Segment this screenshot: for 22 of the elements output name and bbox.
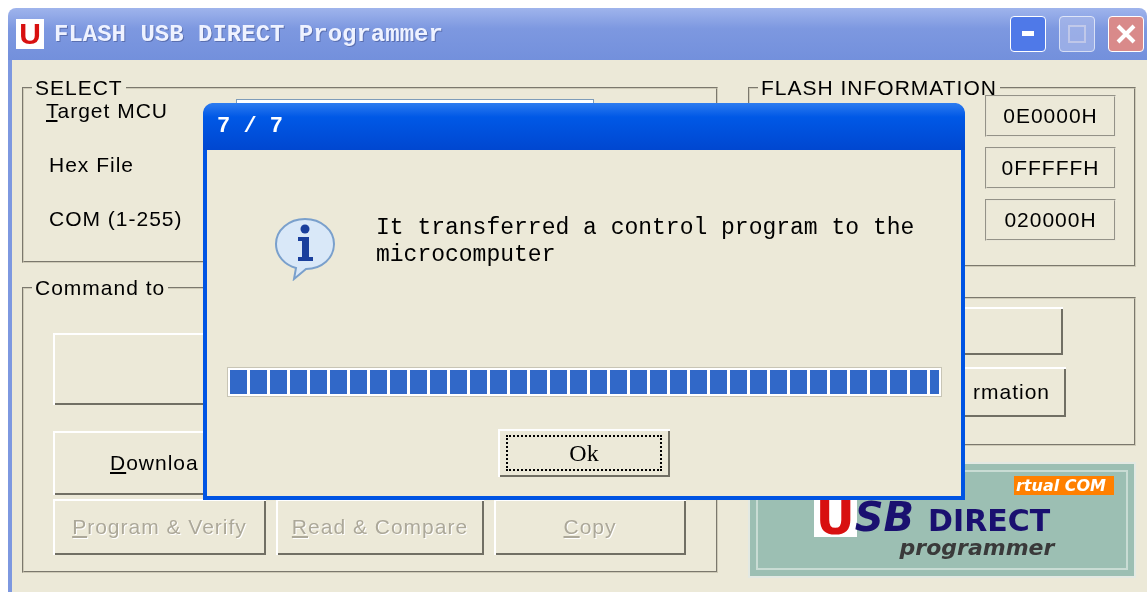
logo-badge: rtual COM [1013,476,1114,495]
group-legend: Command to [32,277,169,299]
close-icon [1115,23,1137,45]
maximize-icon [1068,25,1086,43]
field-label: Hex File [48,153,136,177]
ok-button[interactable]: Ok [498,429,670,477]
info-value: 0E0000H [985,95,1116,137]
app-icon: U [16,19,44,49]
logo-text: DIRECT [928,505,1051,537]
info-icon [272,215,338,281]
field-label: Target MCU [45,99,170,123]
info-value: 020000H [985,199,1116,241]
close-button[interactable] [1108,16,1144,52]
dialog-message: It transferred a control program to the microcomputer [376,215,916,270]
minimize-button[interactable] [1010,16,1046,52]
minimize-icon [1022,31,1034,37]
logo-tagline: programmer [899,537,1055,559]
dialog-title: 7 / 7 [217,114,283,139]
group-legend: SELECT [32,77,126,99]
field-label: COM (1-255) [48,207,184,231]
window-title: FLASH USB DIRECT Programmer [54,20,444,48]
info-value: 0FFFFFH [985,147,1116,189]
